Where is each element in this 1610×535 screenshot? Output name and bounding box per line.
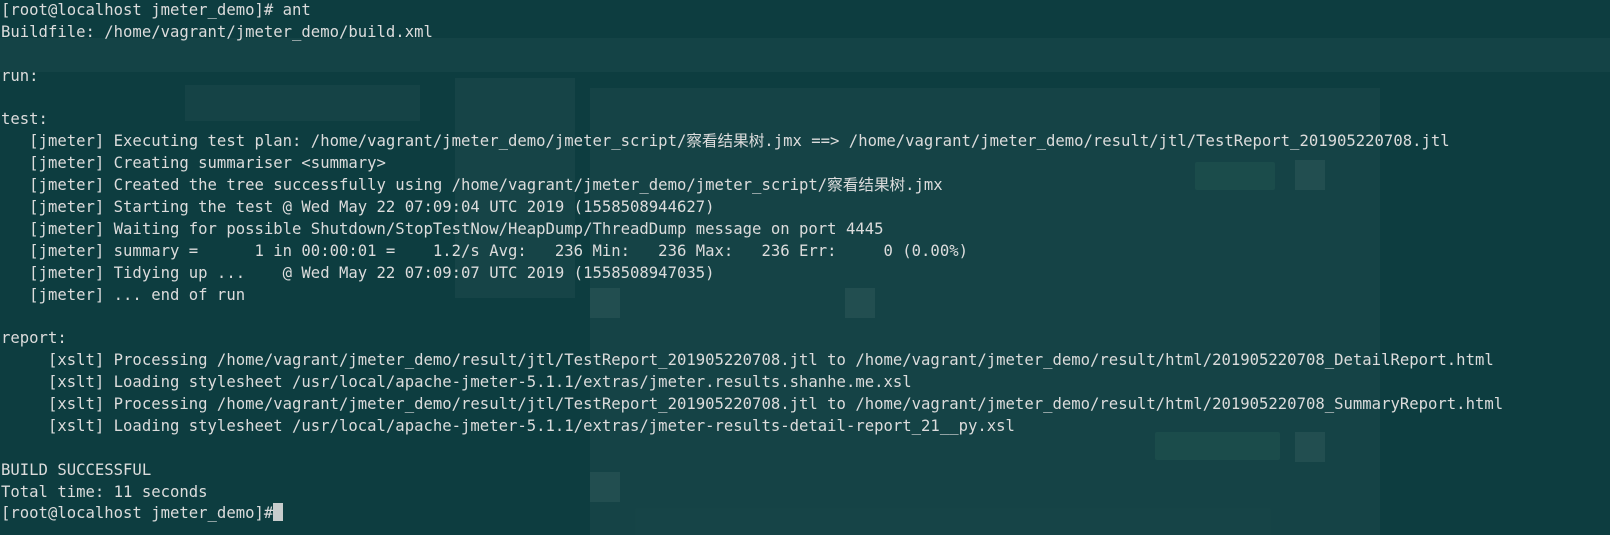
terminal-output: [root@localhost jmeter_demo]# ant Buildf… — [1, 0, 1503, 525]
terminal-line: [jmeter] Created the tree successfully u… — [1, 176, 943, 195]
terminal-line: [jmeter] Tidying up ... @ Wed May 22 07:… — [1, 263, 715, 282]
terminal-line: BUILD SUCCESSFUL — [1, 460, 152, 479]
terminal-line: [jmeter] Starting the test @ Wed May 22 … — [1, 198, 715, 217]
terminal-prompt: [root@localhost jmeter_demo]# — [1, 504, 274, 523]
terminal-prompt-line[interactable]: [root@localhost jmeter_demo]# — [1, 503, 1503, 525]
terminal-line: [xslt] Processing /home/vagrant/jmeter_d… — [1, 351, 1494, 370]
terminal-line: [jmeter] Waiting for possible Shutdown/S… — [1, 219, 884, 238]
terminal-line: [xslt] Loading stylesheet /usr/local/apa… — [1, 373, 912, 392]
terminal-line: [jmeter] Creating summariser <summary> — [1, 154, 386, 173]
terminal-line: Total time: 11 seconds — [1, 482, 208, 501]
terminal-cursor — [273, 503, 284, 522]
terminal-line: [root@localhost jmeter_demo]# ant — [1, 1, 311, 19]
terminal-line: [xslt] Processing /home/vagrant/jmeter_d… — [1, 395, 1504, 414]
terminal-line: [jmeter] Executing test plan: /home/vagr… — [1, 132, 1450, 151]
terminal-line: run: — [1, 66, 39, 85]
terminal-line: [jmeter] summary = 1 in 00:00:01 = 1.2/s… — [1, 241, 968, 260]
terminal-line: Buildfile: /home/vagrant/jmeter_demo/bui… — [1, 22, 433, 41]
terminal-line: report: — [1, 329, 67, 348]
terminal-line: [jmeter] ... end of run — [1, 285, 246, 304]
terminal-line: [xslt] Loading stylesheet /usr/local/apa… — [1, 416, 1015, 435]
terminal-line: test: — [1, 110, 48, 129]
terminal-window[interactable]: [root@localhost jmeter_demo]# ant Buildf… — [0, 0, 1610, 535]
